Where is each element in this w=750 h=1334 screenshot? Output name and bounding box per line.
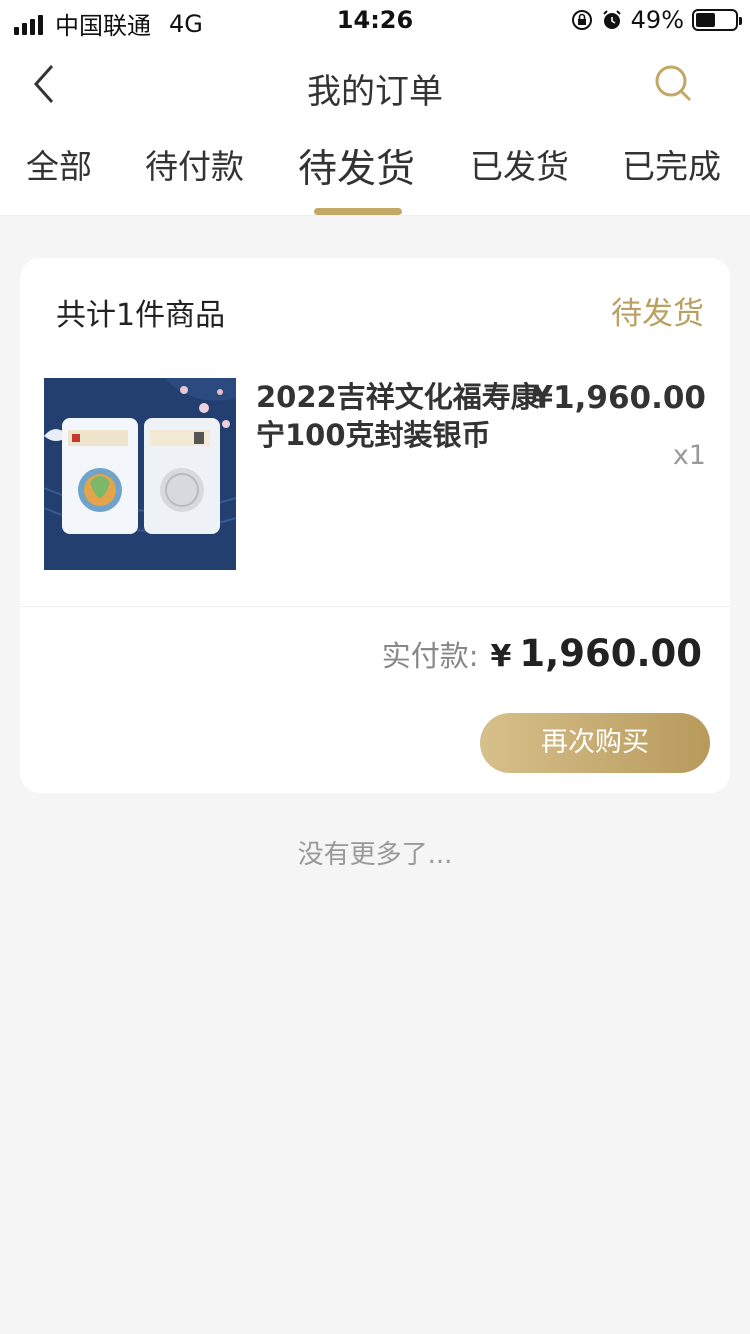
no-more-text: 没有更多了... <box>297 840 453 870</box>
paid-currency: ¥ <box>490 639 512 674</box>
tab-pending-shipment[interactable]: 待发货 <box>298 138 415 194</box>
search-button[interactable] <box>652 62 696 106</box>
search-icon <box>655 65 692 102</box>
status-bar: 中国联通 4G 14:26 49% <box>0 0 750 40</box>
battery-fill <box>696 13 715 27</box>
active-tab-indicator <box>314 208 402 215</box>
page-title: 我的订单 <box>307 72 443 112</box>
orientation-lock-icon <box>571 10 592 30</box>
paid-amount-row: 实付款: ¥ 1,960.00 <box>382 632 702 675</box>
product-name[interactable]: 2022吉祥文化福寿康宁100克封装银币 <box>256 378 546 454</box>
rebuy-button[interactable]: 再次购买 <box>480 713 710 773</box>
card-divider <box>20 606 730 607</box>
product-price: ¥1,960.00 <box>531 380 706 416</box>
order-card[interactable]: 共计1件商品 待发货 2022吉祥文化福寿康宁100克封装银币 ¥1,960.0… <box>20 258 730 793</box>
product-quantity: x1 <box>672 440 706 471</box>
nav-bar: 我的订单 <box>0 40 750 130</box>
tab-completed[interactable]: 已完成 <box>622 140 721 188</box>
alarm-icon <box>602 10 621 29</box>
battery-icon <box>692 9 742 31</box>
battery-percent: 49% <box>630 6 684 34</box>
paid-label: 实付款: <box>381 639 479 673</box>
order-tabs: 全部 待付款 待发货 已发货 已完成 <box>0 130 750 216</box>
coin-package-image <box>44 378 236 570</box>
paid-amount: 1,960.00 <box>519 632 702 675</box>
order-item-count: 共计1件商品 <box>56 298 226 333</box>
tab-shipped[interactable]: 已发货 <box>470 140 569 188</box>
order-status: 待发货 <box>611 296 704 332</box>
status-right: 49% <box>571 6 742 34</box>
tab-pending-payment[interactable]: 待付款 <box>145 140 244 188</box>
tab-all[interactable]: 全部 <box>26 140 92 188</box>
product-image[interactable] <box>44 378 236 570</box>
